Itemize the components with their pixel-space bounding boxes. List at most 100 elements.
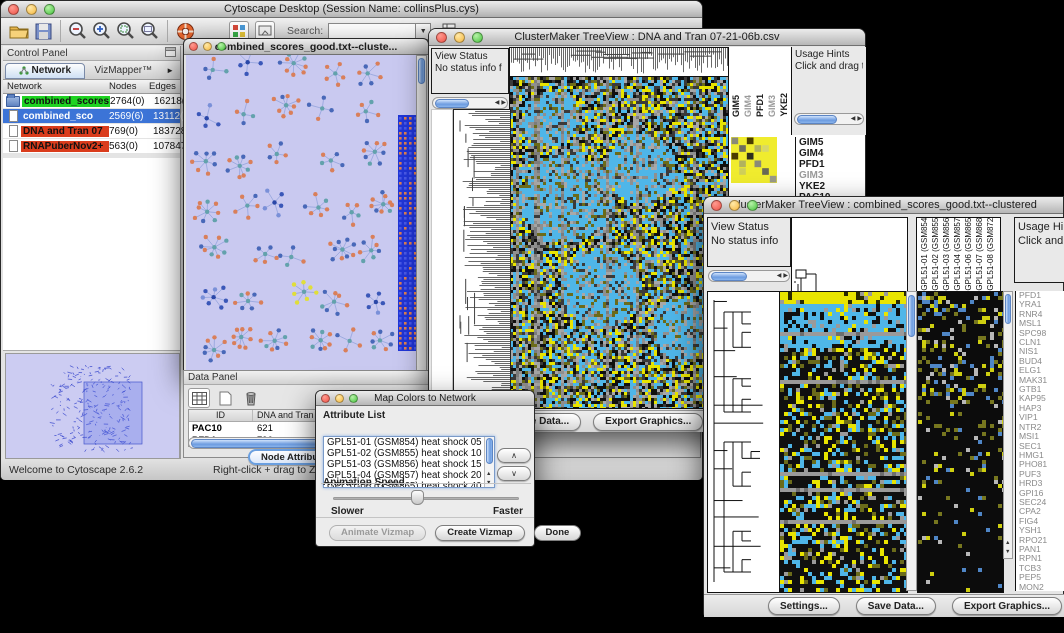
tv1-gene-label[interactable]: GIM4 xyxy=(799,148,863,159)
tv2-column-label[interactable]: GPL51-07 (GSM868) xyxy=(975,217,984,291)
scroll-right-arrow[interactable]: ▶ xyxy=(782,271,789,281)
tv1-right-hscrollbar[interactable]: ◀ ▶ xyxy=(794,113,864,125)
speed-slider-thumb[interactable] xyxy=(411,490,424,505)
float-panel-icon[interactable] xyxy=(165,44,176,62)
network-table-row[interactable]: RNAPuberNov2+ 563(0) 107847(0) xyxy=(3,139,180,154)
attribute-list-vscrollbar[interactable]: ▲ ▼ xyxy=(484,437,494,487)
delete-attribute-icon[interactable] xyxy=(240,388,262,408)
tv2-export-graphics-button[interactable]: Export Graphics... xyxy=(952,597,1062,615)
move-down-button[interactable]: ∨ xyxy=(497,466,531,481)
search-input[interactable] xyxy=(328,23,416,40)
tv1-heatmap[interactable] xyxy=(509,76,730,409)
minimize-button[interactable] xyxy=(729,200,740,211)
treeview1-titlebar[interactable]: ClusterMaker TreeView : DNA and Tran 07-… xyxy=(429,29,865,46)
tv2-column-label[interactable]: GPL51-04 (GSM857) xyxy=(953,217,962,291)
tv1-column-label[interactable]: PFD1 xyxy=(755,94,766,117)
dialog-titlebar[interactable]: Map Colors to Network xyxy=(316,391,534,406)
network-vscrollbar[interactable] xyxy=(416,55,427,373)
close-button[interactable] xyxy=(711,200,722,211)
tv2-column-label[interactable]: GPL51-02 (GSM855) xyxy=(931,217,940,291)
zoom-button[interactable] xyxy=(472,32,483,43)
scroll-right-arrow[interactable]: ▶ xyxy=(500,98,507,108)
zoom-out-icon[interactable] xyxy=(66,19,90,43)
tv2-row-dendrogram[interactable] xyxy=(707,291,780,593)
new-attribute-icon[interactable] xyxy=(214,388,236,408)
tv2-column-label[interactable]: GPL51-01 (GSM854) xyxy=(920,217,929,291)
tv2-column-label[interactable]: GPL51-08 (GSM872) xyxy=(986,217,995,291)
done-button[interactable]: Done xyxy=(534,525,582,541)
close-button[interactable] xyxy=(436,32,447,43)
move-up-button[interactable]: ∧ xyxy=(497,448,531,463)
tv2-column-dendrogram[interactable] xyxy=(791,217,908,292)
attribute-table-icon[interactable] xyxy=(188,388,210,408)
tv1-column-dendrogram[interactable] xyxy=(509,47,730,77)
zoom-fit-icon[interactable] xyxy=(138,19,162,43)
tab-network[interactable]: Network xyxy=(5,63,85,79)
network-tab-icon xyxy=(19,66,29,75)
scroll-left-arrow[interactable]: ◀ xyxy=(494,98,501,108)
zoom-button[interactable] xyxy=(217,42,226,51)
attribute-list-item[interactable]: GPL51-02 (GSM855) heat shock 10 min xyxy=(327,448,494,459)
main-titlebar[interactable]: Cytoscape Desktop (Session Name: collins… xyxy=(1,1,702,18)
tv1-gene-label[interactable]: GIM5 xyxy=(799,137,863,148)
tab-overflow-arrow[interactable]: ► xyxy=(162,66,178,75)
tv2-column-summary-heatmap[interactable] xyxy=(917,291,1004,593)
status-welcome: Welcome to Cytoscape 2.6.2 xyxy=(9,464,143,476)
network-table-row[interactable]: DNA and Tran 07 769(0) 183728(0) xyxy=(3,124,180,139)
zoom-button[interactable] xyxy=(747,200,758,211)
network-view-titlebar[interactable]: combined_scores_good.txt--cluste... xyxy=(184,39,428,55)
scroll-up-arrow[interactable]: ▲ xyxy=(1005,540,1010,546)
close-button[interactable] xyxy=(189,42,198,51)
scroll-left-arrow[interactable]: ◀ xyxy=(776,271,783,281)
tv1-left-hscrollbar[interactable]: ◀ ▶ xyxy=(432,97,508,109)
tv1-column-label[interactable]: GIM3 xyxy=(767,95,778,117)
attribute-list-item[interactable]: GPL51-03 (GSM856) heat shock 15 min xyxy=(327,459,494,470)
create-vizmap-button[interactable]: Create Vizmap xyxy=(435,525,524,541)
tv2-save-data-button[interactable]: Save Data... xyxy=(856,597,936,615)
tv2-left-hscrollbar[interactable]: ◀ ▶ xyxy=(708,270,790,282)
tv2-settings-button[interactable]: Settings... xyxy=(768,597,840,615)
zoom-button[interactable] xyxy=(44,4,55,15)
tv1-row-dendrogram[interactable] xyxy=(453,109,511,411)
zoom-selected-icon[interactable] xyxy=(114,19,138,43)
tv2-column-label[interactable]: GPL51-06 (GSM865) xyxy=(964,217,973,291)
tv2-heatmap-vscrollbar[interactable] xyxy=(906,291,917,591)
tv1-gene-label[interactable]: GIM3 xyxy=(799,170,863,181)
tv1-gene-label[interactable]: YKE2 xyxy=(799,181,863,192)
tv2-gene-label[interactable]: MON2 xyxy=(1019,583,1064,591)
minimize-button[interactable] xyxy=(335,394,344,403)
network-canvas[interactable] xyxy=(186,55,426,373)
open-session-icon[interactable] xyxy=(7,19,31,43)
save-session-icon[interactable] xyxy=(31,19,55,43)
network-table-row[interactable]: combined_scores 2764(0) 16218(0) xyxy=(3,94,180,109)
attribute-list-item[interactable]: GPL51-01 (GSM854) heat shock 05 min xyxy=(327,437,494,448)
scroll-right-arrow[interactable]: ▶ xyxy=(856,114,863,124)
close-button[interactable] xyxy=(321,394,330,403)
speed-slider-track[interactable] xyxy=(333,497,519,500)
scroll-up-arrow[interactable]: ▲ xyxy=(486,471,491,477)
treeview2-titlebar[interactable]: ClusterMaker TreeView : combined_scores_… xyxy=(704,197,1063,214)
tv1-gene-label[interactable]: PFD1 xyxy=(799,159,863,170)
minimize-button[interactable] xyxy=(26,4,37,15)
tv2-genelist-vscrollbar[interactable]: ▲ ▼ xyxy=(1003,291,1013,559)
close-button[interactable] xyxy=(8,4,19,15)
tv2-column-label[interactable]: GPL51-03 (GSM856) xyxy=(942,217,951,291)
network-overview-thumbnail[interactable] xyxy=(5,353,180,459)
attr-col-id[interactable]: ID xyxy=(189,410,253,421)
minimize-button[interactable] xyxy=(203,42,212,51)
tv1-column-label[interactable]: GIM4 xyxy=(743,95,754,117)
tv2-heatmap[interactable] xyxy=(779,291,908,593)
minimize-button[interactable] xyxy=(454,32,465,43)
tv1-export-graphics-button[interactable]: Export Graphics... xyxy=(593,413,703,431)
control-panel-tabs: Network VizMapper™ ► xyxy=(3,61,180,80)
zoom-button[interactable] xyxy=(349,394,358,403)
tv1-selected-cluster-matrix[interactable] xyxy=(731,137,777,183)
tab-vizmapper[interactable]: VizMapper™ xyxy=(85,65,163,76)
zoom-in-icon[interactable] xyxy=(90,19,114,43)
tv1-column-label[interactable]: YKE2 xyxy=(779,93,790,117)
animate-vizmap-button[interactable]: Animate Vizmap xyxy=(329,525,426,541)
scroll-down-arrow[interactable]: ▼ xyxy=(1005,549,1010,555)
network-table-row[interactable]: combined_sco 2569(6) 13112(15) xyxy=(3,109,180,124)
scroll-left-arrow[interactable]: ◀ xyxy=(850,114,857,124)
tv1-column-label[interactable]: GIM5 xyxy=(731,95,742,117)
